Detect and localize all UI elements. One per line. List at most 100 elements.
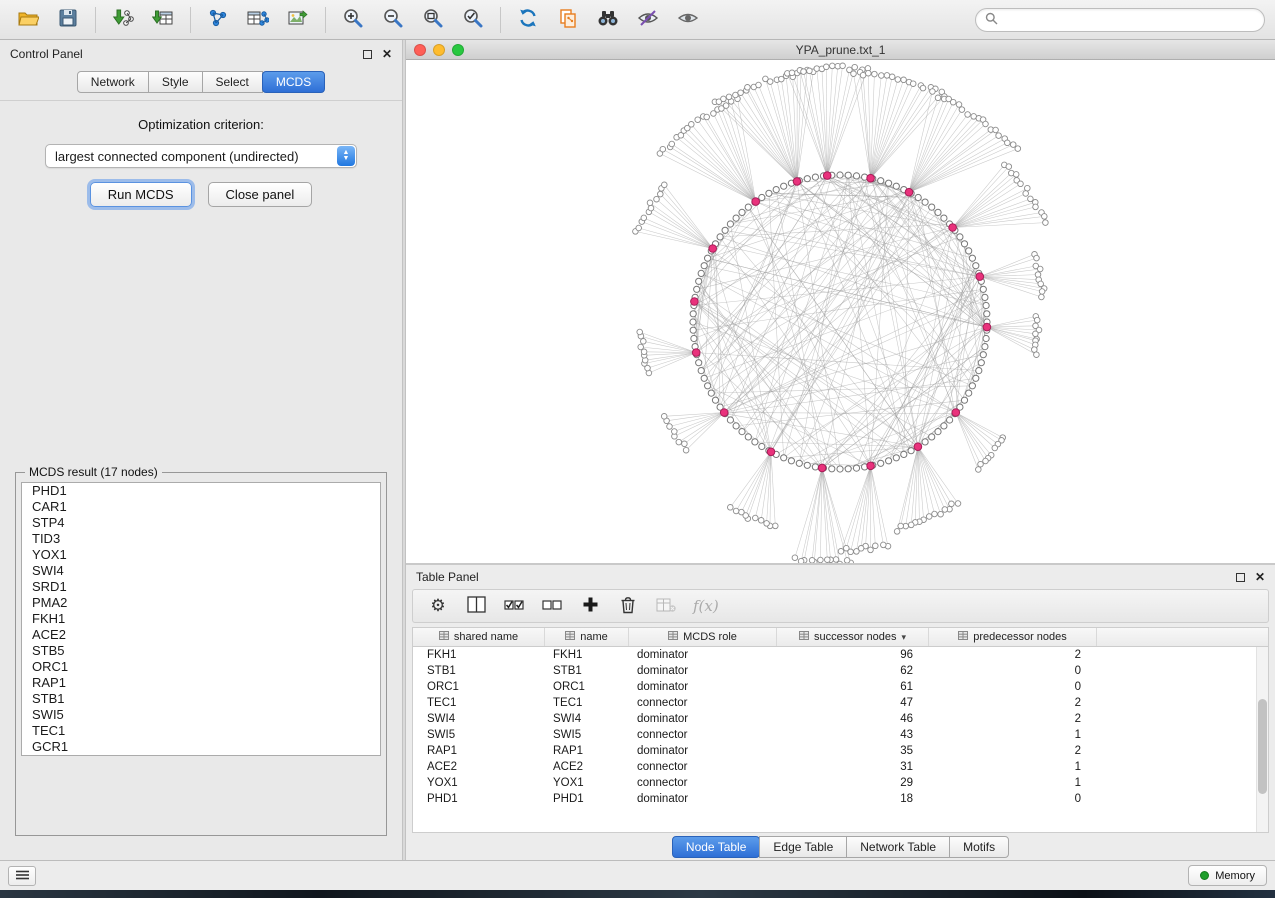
zoom-in-button[interactable] (335, 5, 371, 35)
table-row[interactable]: ACE2ACE2connector311 (413, 759, 1268, 775)
deselect-all-button[interactable] (541, 595, 563, 617)
tab-select[interactable]: Select (202, 71, 263, 93)
table-cell: RAP1 (545, 745, 629, 757)
mcds-result-list[interactable]: PHD1CAR1STP4TID3YOX1SWI4SRD1PMA2FKH1ACE2… (21, 482, 381, 756)
column-header-mcds-role[interactable]: MCDS role (629, 628, 777, 646)
table-cell: 1 (929, 729, 1097, 741)
table-row[interactable]: YOX1YOX1connector291 (413, 775, 1268, 791)
zoom-out-button[interactable] (375, 5, 411, 35)
table-cell: 61 (777, 681, 929, 693)
zoom-fit-button[interactable] (415, 5, 451, 35)
table-row[interactable]: PHD1PHD1dominator180 (413, 791, 1268, 807)
table-cell: PHD1 (545, 793, 629, 805)
table-row[interactable]: SWI5SWI5connector431 (413, 727, 1268, 743)
search-box[interactable] (975, 8, 1265, 32)
table-row[interactable]: RAP1RAP1dominator352 (413, 743, 1268, 759)
list-item[interactable]: TEC1 (22, 723, 380, 739)
list-icon (16, 869, 29, 883)
column-header-predecessor-nodes[interactable]: predecessor nodes (929, 628, 1097, 646)
table-row[interactable]: TEC1TEC1connector472 (413, 695, 1268, 711)
window-close-button[interactable] (414, 44, 426, 56)
list-item[interactable]: FKH1 (22, 611, 380, 627)
table-cell: 96 (777, 649, 929, 661)
export-image-button[interactable] (280, 5, 316, 35)
list-item[interactable]: PMA2 (22, 595, 380, 611)
save-button[interactable] (50, 5, 86, 35)
select-all-button[interactable] (503, 595, 525, 617)
list-item[interactable]: STP4 (22, 515, 380, 531)
network-view[interactable] (406, 60, 1275, 563)
float-panel-icon[interactable] (363, 50, 372, 59)
list-item[interactable]: RAP1 (22, 675, 380, 691)
tab-motifs[interactable]: Motifs (949, 836, 1009, 858)
column-header-successor-nodes[interactable]: successor nodes ▾ (777, 628, 929, 646)
tab-network[interactable]: Network (77, 71, 149, 93)
table-row[interactable]: SWI4SWI4dominator462 (413, 711, 1268, 727)
tab-network-table[interactable]: Network Table (846, 836, 950, 858)
table-row[interactable]: STB1STB1dominator620 (413, 663, 1268, 679)
zoom-selected-button[interactable] (455, 5, 491, 35)
list-item[interactable]: STB5 (22, 643, 380, 659)
refresh-layout-button[interactable] (510, 5, 546, 35)
delete-column-button[interactable] (617, 595, 639, 617)
list-item[interactable]: CAR1 (22, 499, 380, 515)
table-settings-button[interactable]: ⚙ (427, 595, 449, 617)
list-item[interactable]: SWI5 (22, 707, 380, 723)
column-header-name[interactable]: name (545, 628, 629, 646)
list-item[interactable]: TID3 (22, 531, 380, 547)
memory-button[interactable]: Memory (1188, 865, 1267, 886)
column-header-shared-name[interactable]: shared name (413, 628, 545, 646)
import-table-icon (152, 8, 174, 31)
table-cell: 18 (777, 793, 929, 805)
list-item[interactable]: STB1 (22, 691, 380, 707)
network-canvas[interactable] (406, 60, 1275, 563)
list-item[interactable]: PHD1 (22, 483, 380, 499)
task-history-button[interactable] (8, 866, 36, 886)
add-column-button[interactable] (579, 595, 601, 617)
table-cell: 47 (777, 697, 929, 709)
table-scrollbar[interactable] (1256, 647, 1268, 832)
tab-style[interactable]: Style (148, 71, 203, 93)
delete-table-button[interactable] (655, 595, 677, 617)
import-network-button[interactable] (105, 5, 141, 35)
table-cell: RAP1 (413, 745, 545, 757)
show-columns-button[interactable] (465, 595, 487, 617)
tab-node-table[interactable]: Node Table (672, 836, 761, 858)
list-item[interactable]: GCR1 (22, 739, 380, 755)
float-table-panel-icon[interactable] (1236, 573, 1245, 582)
tab-edge-table[interactable]: Edge Table (759, 836, 847, 858)
close-table-panel-icon[interactable]: ✕ (1255, 571, 1265, 583)
duplicate-network-button[interactable] (550, 5, 586, 35)
table-cell: ORC1 (413, 681, 545, 693)
function-builder-button[interactable]: f(x) (693, 595, 719, 617)
tab-mcds[interactable]: MCDS (262, 71, 325, 93)
new-network-button[interactable] (200, 5, 236, 35)
run-mcds-button[interactable]: Run MCDS (90, 182, 192, 207)
list-item[interactable]: ORC1 (22, 659, 380, 675)
list-item[interactable]: SWI4 (22, 563, 380, 579)
close-panel-button[interactable]: Close panel (208, 182, 313, 207)
window-minimize-button[interactable] (433, 44, 445, 56)
network-titlebar[interactable]: YPA_prune.txt_1 (406, 40, 1275, 60)
close-panel-icon[interactable]: ✕ (382, 48, 392, 60)
window-zoom-button[interactable] (452, 44, 464, 56)
list-item[interactable]: YOX1 (22, 547, 380, 563)
zoom-selected-icon (462, 7, 484, 32)
list-item[interactable]: SRD1 (22, 579, 380, 595)
desktop-background (0, 890, 1275, 898)
apply-style-button[interactable] (630, 5, 666, 35)
open-button[interactable] (10, 5, 46, 35)
list-item[interactable]: ACE2 (22, 627, 380, 643)
table-row[interactable]: ORC1ORC1dominator610 (413, 679, 1268, 695)
table-cell: 2 (929, 697, 1097, 709)
show-graphics-button[interactable] (670, 5, 706, 35)
find-button[interactable] (590, 5, 626, 35)
criterion-dropdown[interactable]: largest connected component (undirected)… (45, 144, 357, 168)
network-from-table-button[interactable] (240, 5, 276, 35)
table-delete-icon (656, 597, 676, 616)
table-row[interactable]: FKH1FKH1dominator962 (413, 647, 1268, 663)
table-cell: connector (629, 697, 777, 709)
import-table-button[interactable] (145, 5, 181, 35)
search-input[interactable] (1004, 13, 1255, 27)
scrollbar-thumb[interactable] (1258, 699, 1267, 794)
